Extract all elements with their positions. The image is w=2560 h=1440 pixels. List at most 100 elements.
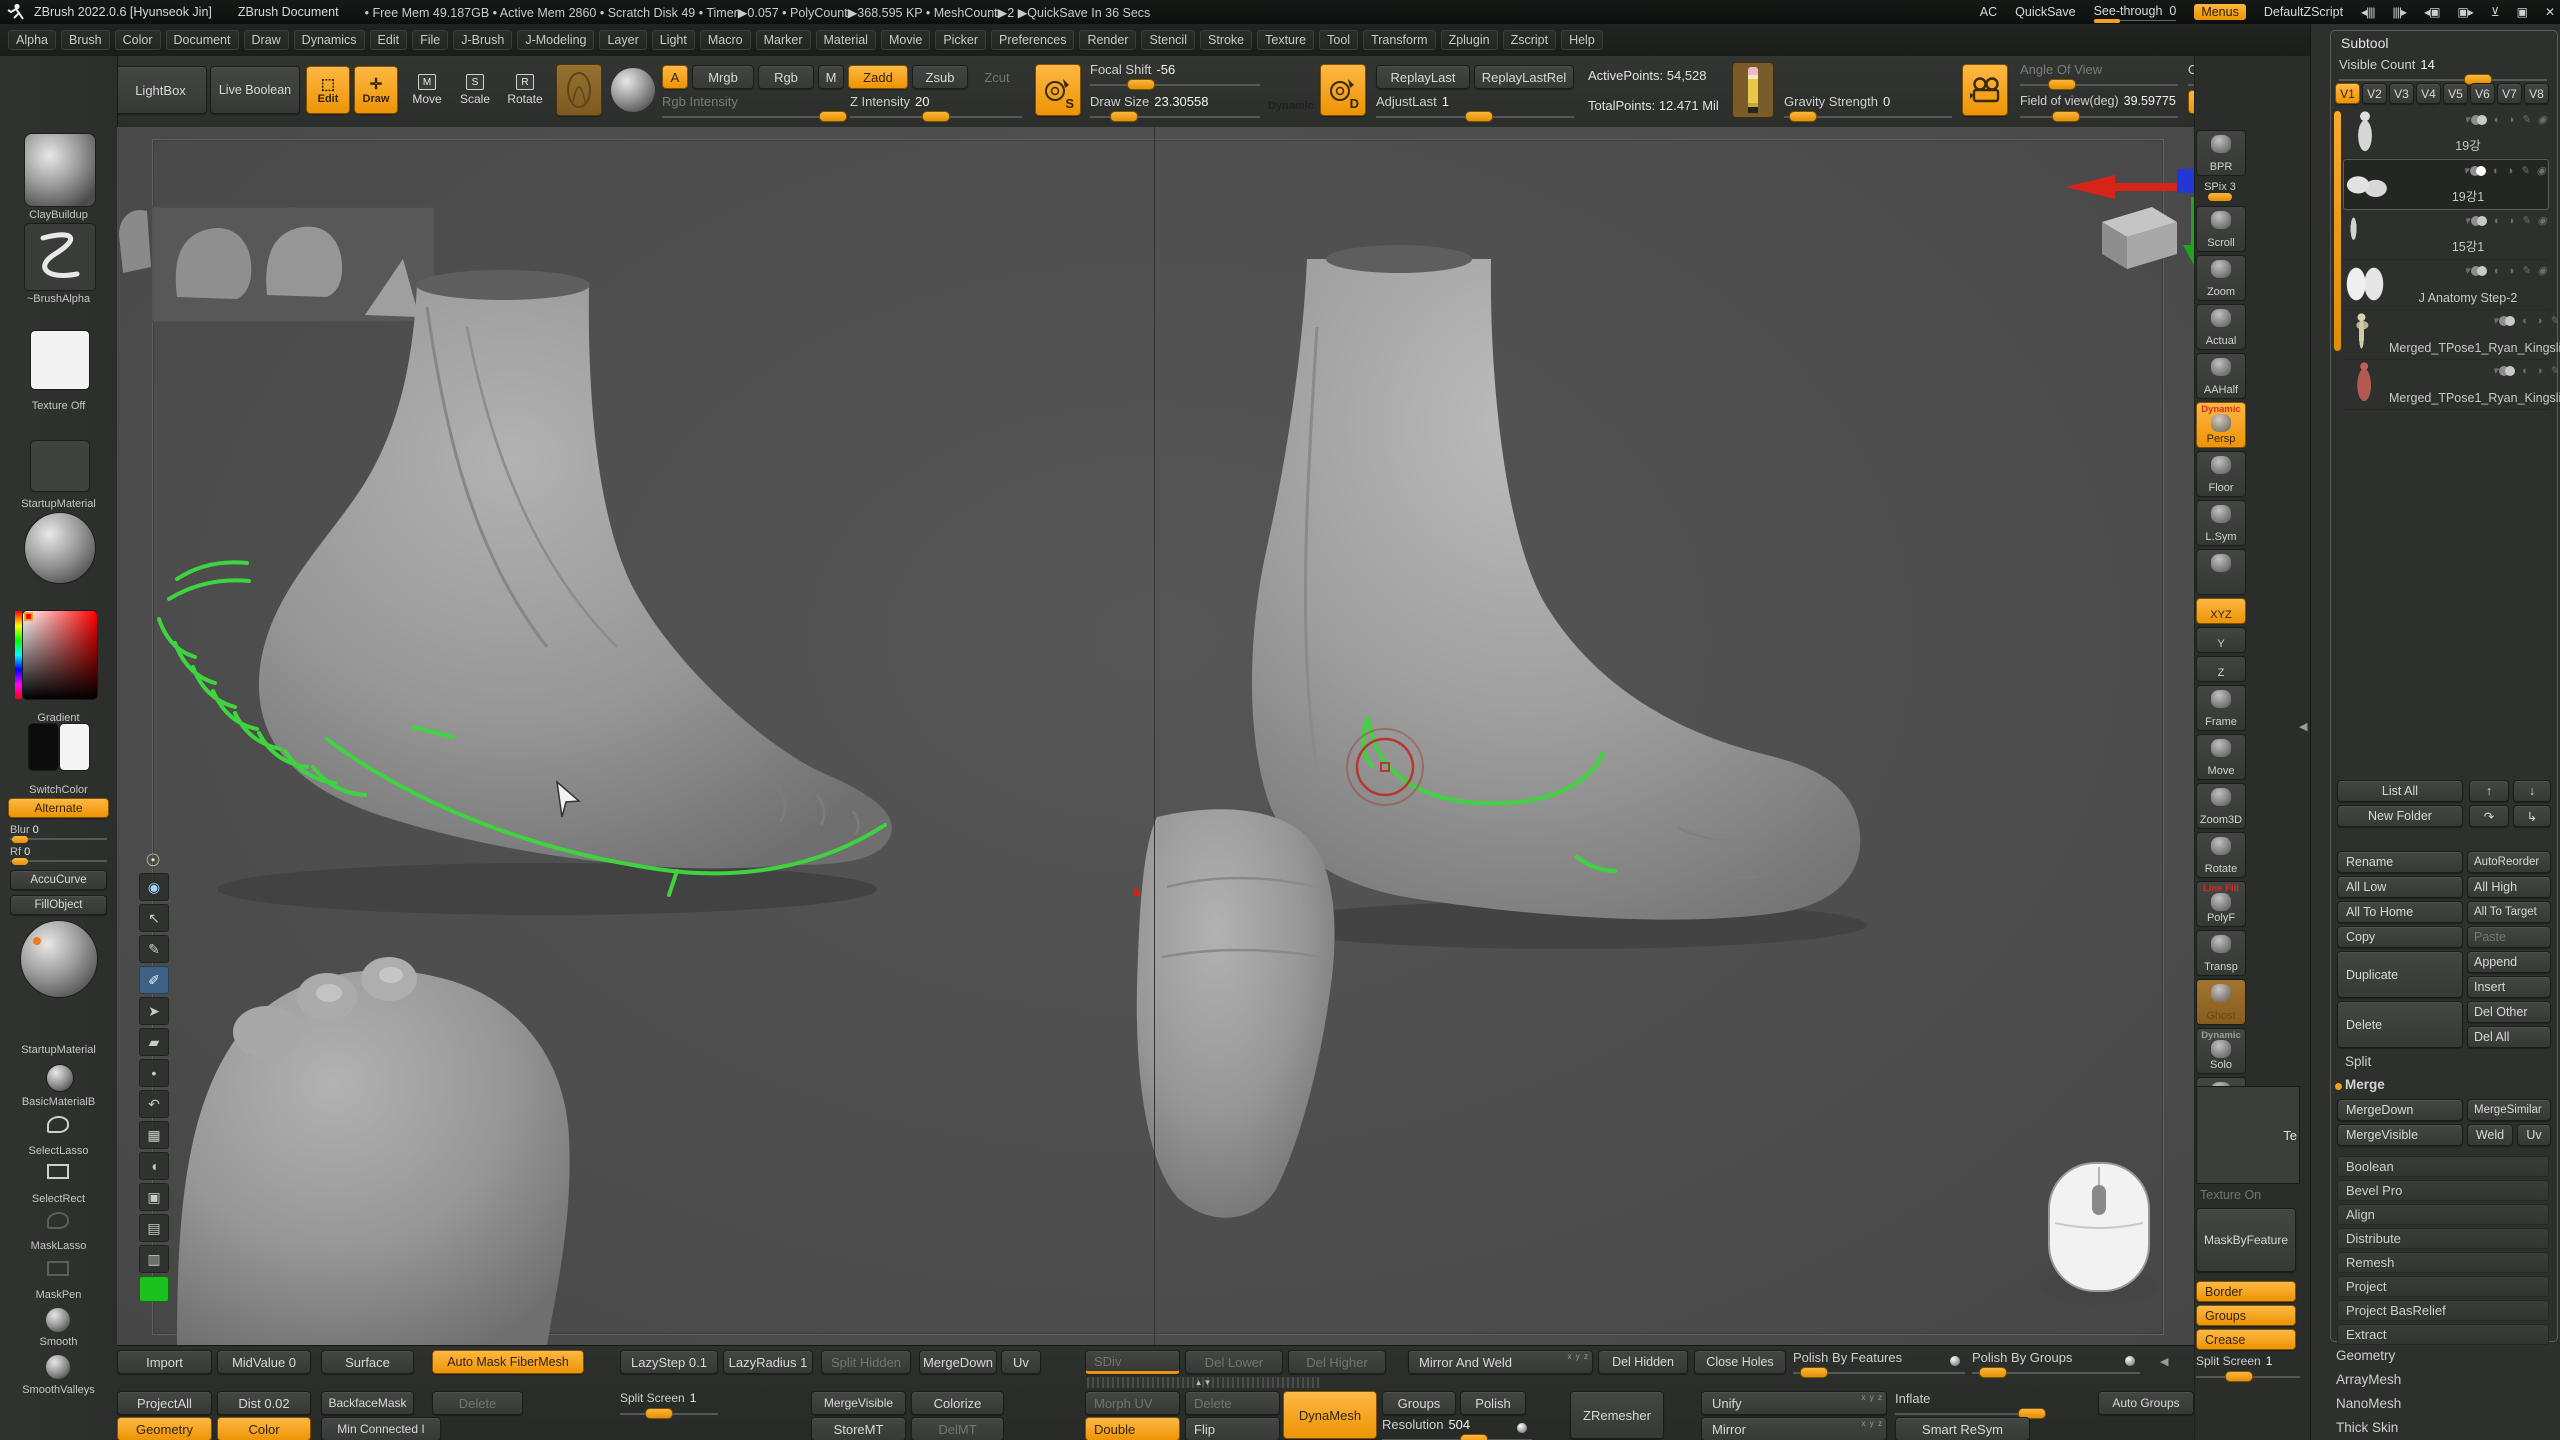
eraser-tool-icon[interactable]: ▰: [139, 1028, 169, 1056]
delete-button[interactable]: Delete: [2337, 1001, 2463, 1048]
extract-section-header[interactable]: Extract: [2337, 1324, 2549, 1345]
contrast-icon[interactable]: ◑: [2536, 315, 2543, 327]
sdiv-slider[interactable]: SDiv: [1085, 1350, 1180, 1374]
eclipse-icon[interactable]: ◐: [2494, 215, 2501, 227]
dynamesh-button[interactable]: DynaMesh: [1283, 1391, 1377, 1439]
morph-uv-button[interactable]: Morph UV: [1085, 1391, 1180, 1415]
active-color-swatch[interactable]: [139, 1276, 169, 1302]
arraymesh-palette-header[interactable]: ArrayMesh: [2336, 1372, 2401, 1387]
replay-last-button[interactable]: ReplayLast: [1376, 65, 1470, 89]
right-shelf-button[interactable]: XYZ: [2196, 598, 2246, 624]
subtool-item[interactable]: ▾ ◐ ◑ ✎ ◉ J Anatomy Step-2: [2343, 260, 2549, 310]
subtool-visibility-tab[interactable]: V3: [2389, 83, 2414, 104]
slider-handle[interactable]: [12, 836, 28, 843]
clipboard-icon[interactable]: ▤: [139, 1214, 169, 1242]
right-shelf-button[interactable]: Floor: [2196, 451, 2246, 497]
marker-tool-icon[interactable]: ✐: [139, 966, 169, 994]
eclipse-icon[interactable]: ◐: [2494, 114, 2501, 126]
right-shelf-button[interactable]: Dynamic Solo: [2196, 1028, 2246, 1074]
menu-item[interactable]: J-Modeling: [517, 30, 594, 50]
field-of-view-slider[interactable]: Field of view(deg)39.59775: [2020, 94, 2178, 118]
move-up-button[interactable]: ↑: [2469, 780, 2509, 802]
selectrect-icon[interactable]: [47, 1164, 69, 1179]
all-to-target-button[interactable]: All To Target: [2467, 901, 2551, 923]
mergedown-button-bottom[interactable]: MergeDown: [919, 1350, 997, 1374]
menu-item[interactable]: Picker: [935, 30, 986, 50]
z-intensity-slider[interactable]: Z Intensity20: [850, 94, 1022, 118]
slider-handle[interactable]: [645, 1408, 673, 1419]
current-brush-preview[interactable]: [556, 64, 602, 116]
main-color-swatch[interactable]: [28, 723, 59, 771]
autoreorder-button[interactable]: AutoReorder: [2467, 851, 2551, 873]
polypaint-icon[interactable]: [2505, 366, 2515, 376]
menu-item[interactable]: Movie: [881, 30, 930, 50]
contrast-icon[interactable]: ◑: [2508, 114, 2515, 126]
quicksave-button[interactable]: QuickSave: [2015, 5, 2075, 19]
left-foot-model[interactable]: [217, 270, 892, 915]
menus-toggle-button[interactable]: Menus: [2194, 4, 2246, 20]
polypaint-icon[interactable]: [2477, 216, 2487, 226]
maskpen-icon[interactable]: [47, 1261, 69, 1276]
bevel-pro-section-header[interactable]: Bevel Pro: [2337, 1180, 2549, 1201]
menu-item[interactable]: Stroke: [1200, 30, 1252, 50]
brush-icon[interactable]: ✎: [2520, 164, 2529, 177]
menu-item[interactable]: Dynamics: [294, 30, 365, 50]
subtool-item[interactable]: ▾ ◐ ◑ ✎ ◉ 15강1: [2343, 210, 2549, 260]
geometry-button[interactable]: Geometry: [117, 1417, 212, 1440]
mrgb-button[interactable]: Mrgb: [692, 65, 754, 89]
menu-item[interactable]: Edit: [370, 30, 408, 50]
right-shelf-button[interactable]: Z: [2196, 656, 2246, 682]
project-basrelief-section-header[interactable]: Project BasRelief: [2337, 1300, 2549, 1321]
blur-slider[interactable]: Blur 0: [10, 824, 107, 840]
right-tray-divider-icon[interactable]: ||||▸: [2393, 5, 2407, 19]
boolean-section-header[interactable]: Boolean: [2337, 1156, 2549, 1177]
m-button[interactable]: M: [818, 65, 844, 89]
left-tray-divider-icon[interactable]: ◂||||: [2361, 5, 2375, 19]
menu-item[interactable]: Macro: [700, 30, 751, 50]
auto-mask-fibermesh-button[interactable]: Auto Mask FiberMesh: [432, 1350, 584, 1374]
right-shelf-button[interactable]: Actual: [2196, 304, 2246, 350]
texture-thumbnail[interactable]: [30, 440, 90, 492]
backfacemask-button[interactable]: BackfaceMask: [321, 1391, 414, 1415]
projectall-button[interactable]: ProjectAll: [117, 1391, 212, 1415]
lightbulb-icon[interactable]: ☉: [139, 849, 167, 873]
brush-icon[interactable]: ✎: [2521, 214, 2530, 227]
slider-handle[interactable]: [1127, 79, 1155, 90]
dist-slider[interactable]: Dist 0.02: [217, 1391, 311, 1415]
del-other-button[interactable]: Del Other: [2467, 1001, 2551, 1023]
sliders-icon[interactable]: ▥: [139, 1245, 169, 1273]
uv-button-bottom[interactable]: Uv: [1001, 1350, 1041, 1374]
subtool-item-icons[interactable]: ▾ ◐ ◑ ✎ ◉: [2389, 364, 2560, 377]
gravity-strength-slider[interactable]: Gravity Strength0: [1784, 94, 1952, 118]
subtool-visibility-tab[interactable]: V5: [2443, 83, 2468, 104]
color-picker-cursor[interactable]: [24, 612, 33, 621]
see-through-handle[interactable]: [2094, 19, 2120, 23]
move-into-folder-button[interactable]: ↳: [2513, 805, 2551, 827]
draw-button[interactable]: ✛Draw: [354, 66, 398, 114]
colorize-button[interactable]: Colorize: [911, 1391, 1004, 1415]
undo-icon[interactable]: ↶: [139, 1090, 169, 1118]
see-through-slider[interactable]: See-through 0: [2094, 4, 2177, 20]
subtool-item-icons[interactable]: ▾ ◐ ◑ ✎ ◉: [2389, 214, 2547, 227]
drag-icon[interactable]: ▾: [2463, 164, 2469, 177]
dynamic-label[interactable]: Dynamic: [1268, 100, 1314, 112]
right-shelf-button[interactable]: [2196, 549, 2246, 595]
minimize-icon[interactable]: ⊻: [2491, 5, 2499, 19]
smart-resym-button[interactable]: Smart ReSym: [1895, 1417, 2030, 1440]
polish-by-groups-slider[interactable]: Polish By Groups: [1972, 1350, 2140, 1374]
split-hidden-button[interactable]: Split Hidden: [821, 1350, 911, 1374]
slider-handle[interactable]: [2048, 79, 2076, 90]
menu-item[interactable]: J-Brush: [453, 30, 512, 50]
scrubber-arrows-icon[interactable]: ▲▼: [1195, 1378, 1213, 1387]
drag-icon[interactable]: ▾: [2493, 364, 2499, 377]
close-icon[interactable]: ✕: [2545, 5, 2554, 19]
border-button[interactable]: Border: [2196, 1281, 2296, 1302]
menu-item[interactable]: Zscript: [1503, 30, 1557, 50]
rgb-intensity-slider[interactable]: Rgb Intensity: [662, 94, 840, 118]
lazystep-slider[interactable]: LazyStep 0.1: [620, 1350, 718, 1374]
split-screen-slider[interactable]: Split Screen1: [2196, 1354, 2300, 1378]
subtool-item[interactable]: ▾ ◐ ◑ ✎ ◉ 19강1: [2343, 159, 2549, 210]
mergesimilar-button[interactable]: MergeSimilar: [2467, 1099, 2551, 1121]
copy-button[interactable]: Copy: [2337, 926, 2463, 948]
brush-alpha-thumbnail[interactable]: [30, 330, 90, 390]
